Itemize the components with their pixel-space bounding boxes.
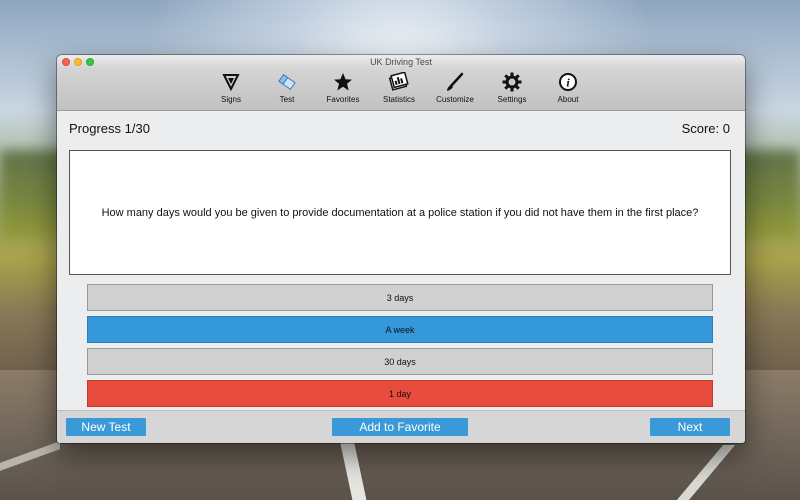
progress-label: Progress 1/30	[69, 121, 150, 136]
answer-option-1[interactable]: 3 days	[87, 284, 713, 311]
score-label: Score: 0	[681, 121, 730, 136]
title-bar: UK Driving Test	[57, 55, 745, 69]
zoom-window-button[interactable]	[86, 58, 94, 66]
toolbar-item-label: Settings	[497, 95, 527, 104]
toolbar-item-statistics[interactable]: Statistics	[371, 71, 427, 104]
toolbar-item-signs[interactable]: Signs	[203, 71, 259, 104]
toolbar-item-label: About	[557, 95, 579, 104]
bottom-bar: New Test Add to Favorite Next	[57, 410, 745, 443]
toolbar-item-label: Statistics	[382, 95, 415, 104]
toolbar-item-test[interactable]: Test	[259, 71, 315, 104]
add-to-favorite-button[interactable]: Add to Favorite	[332, 418, 468, 436]
signs-triangle-icon	[203, 71, 259, 93]
gear-icon	[484, 71, 540, 93]
toolbar-item-label: Test	[279, 95, 295, 104]
answer-option-4[interactable]: 1 day	[87, 380, 713, 407]
close-window-button[interactable]	[62, 58, 70, 66]
toolbar-item-label: Signs	[220, 95, 241, 104]
toolbar-item-settings[interactable]: Settings	[484, 71, 540, 104]
answer-option-3[interactable]: 30 days	[87, 348, 713, 375]
answer-option-2[interactable]: A week	[87, 316, 713, 343]
toolbar-item-favorites[interactable]: Favorites	[315, 71, 371, 104]
toolbar: Signs Test Favorites Statistics Customiz…	[57, 69, 745, 111]
question-text: How many days would you be given to prov…	[101, 206, 699, 219]
info-icon: i	[540, 71, 596, 93]
minimize-window-button[interactable]	[74, 58, 82, 66]
window-title: UK Driving Test	[370, 57, 432, 67]
toolbar-item-label: Customize	[436, 95, 474, 104]
star-icon	[315, 71, 371, 93]
new-test-button[interactable]: New Test	[66, 418, 146, 436]
next-button[interactable]: Next	[650, 418, 730, 436]
statistics-icon	[371, 71, 427, 93]
toolbar-item-customize[interactable]: Customize	[427, 71, 483, 104]
toolbar-item-label: Favorites	[326, 95, 360, 104]
window-controls	[62, 58, 94, 66]
test-eraser-icon	[259, 71, 315, 93]
app-window: UK Driving Test Signs Test Favorites Sta…	[57, 55, 745, 443]
question-box: How many days would you be given to prov…	[69, 150, 731, 275]
toolbar-item-about[interactable]: i About	[540, 71, 596, 104]
brush-icon	[427, 71, 483, 93]
